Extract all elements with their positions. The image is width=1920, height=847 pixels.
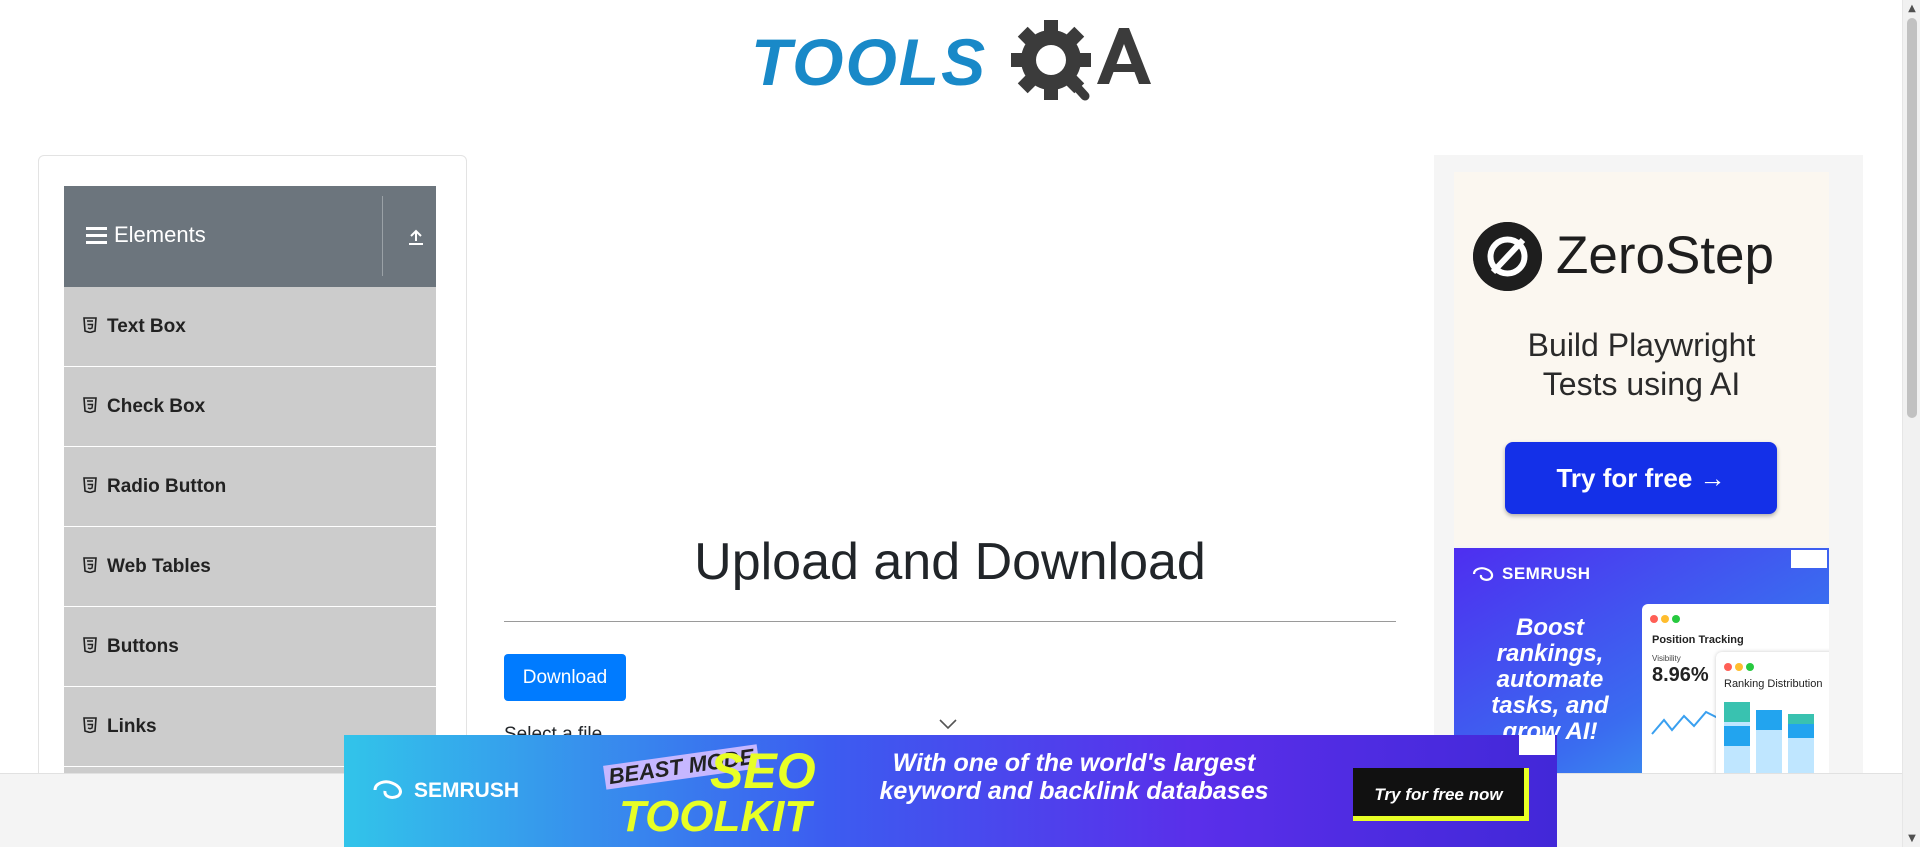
sidebar-item-buttons[interactable]: Buttons xyxy=(64,607,436,687)
bar xyxy=(1788,714,1814,773)
trend-line-icon xyxy=(1651,710,1719,735)
banner-text: With one of the world's largest keyword … xyxy=(879,749,1269,805)
toolkit-label: TOOLKIT xyxy=(619,792,812,841)
zerostep-logo-icon xyxy=(1473,222,1542,291)
logo-word: TOOLS xyxy=(751,25,988,99)
banner-try-free-button[interactable]: Try for free now xyxy=(1353,768,1529,821)
bar xyxy=(1724,702,1750,773)
semrush-logo-icon xyxy=(1472,567,1494,581)
panel2-title: Ranking Distribution xyxy=(1724,678,1823,690)
group-title: Elements xyxy=(114,222,206,247)
sidebar-item-label: Buttons xyxy=(107,636,179,657)
sidebar-item-web-tables[interactable]: Web Tables xyxy=(64,527,436,607)
sidebar-item-radio-button[interactable]: Radio Button xyxy=(64,447,436,527)
sidebar-item-label: Web Tables xyxy=(107,556,211,577)
zerostep-tagline-line2: Tests using AI xyxy=(1542,366,1741,402)
semrush-logo-icon xyxy=(373,780,402,799)
hamburger-icon xyxy=(86,227,108,245)
banner-brand: SEMRUSH xyxy=(414,779,520,802)
collapse-up-icon[interactable] xyxy=(404,225,428,249)
html5-icon xyxy=(83,717,97,733)
sidebar-group-elements[interactable]: Elements xyxy=(64,186,436,287)
sidebar-item-label: Radio Button xyxy=(107,476,227,497)
toolsqa-logo[interactable]: TOOLS xyxy=(751,16,1153,114)
sidebar-item-text-box[interactable]: Text Box xyxy=(64,287,436,367)
zerostep-brand: ZeroStep xyxy=(1556,226,1775,285)
seo-label: SEO xyxy=(710,743,816,799)
download-button[interactable]: Download xyxy=(504,654,626,701)
sidebar-item-check-box[interactable]: Check Box xyxy=(64,367,436,447)
sidebar-item-label: Check Box xyxy=(107,396,206,417)
html5-icon xyxy=(83,637,97,653)
chevron-down-icon[interactable] xyxy=(938,717,958,731)
semrush-brand: SEMRUSH xyxy=(1502,564,1591,583)
zerostep-tagline: Build Playwright Tests using AI xyxy=(1454,326,1829,404)
semrush-headline: Boost rankings, automate tasks, and grow… xyxy=(1491,614,1609,745)
bar xyxy=(1756,710,1782,773)
zerostep-try-free-button[interactable]: Try for free → xyxy=(1505,442,1777,514)
scroll-up-icon[interactable]: ▲ xyxy=(1903,0,1920,17)
sidebar-item-label: Text Box xyxy=(107,316,186,337)
visibility-value: 8.96% xyxy=(1652,664,1709,686)
ranking-distribution-panel: Ranking Distribution xyxy=(1716,652,1829,773)
ad-choices-icon[interactable] xyxy=(1519,735,1555,755)
ad-choices-icon[interactable] xyxy=(1791,550,1827,568)
html5-icon xyxy=(83,317,97,333)
window-dots xyxy=(1724,658,1754,676)
semrush-banner-ad[interactable]: SEMRUSH BEAST MODE SEO TOOLKIT With one … xyxy=(344,735,1557,847)
panel-title: Position Tracking xyxy=(1652,634,1744,646)
header-divider xyxy=(382,196,383,276)
html5-icon xyxy=(83,397,97,413)
page-viewport: TOOLS Elements Text Box Check Box Radio … xyxy=(0,0,1902,773)
sidebar-item-label: Links xyxy=(107,716,157,737)
page-title: Upload and Download xyxy=(694,533,1206,591)
scroll-thumb[interactable] xyxy=(1907,18,1917,418)
scroll-down-icon[interactable]: ▼ xyxy=(1903,830,1920,847)
visibility-label: Visibility xyxy=(1652,654,1681,663)
logo-gear-qa-icon xyxy=(1011,20,1151,101)
zerostep-tagline-line1: Build Playwright xyxy=(1527,327,1756,363)
window-dots xyxy=(1650,610,1683,628)
html5-icon xyxy=(83,557,97,573)
title-divider xyxy=(504,621,1396,622)
vertical-scrollbar[interactable]: ▲ ▼ xyxy=(1902,0,1920,847)
html5-icon xyxy=(83,477,97,493)
